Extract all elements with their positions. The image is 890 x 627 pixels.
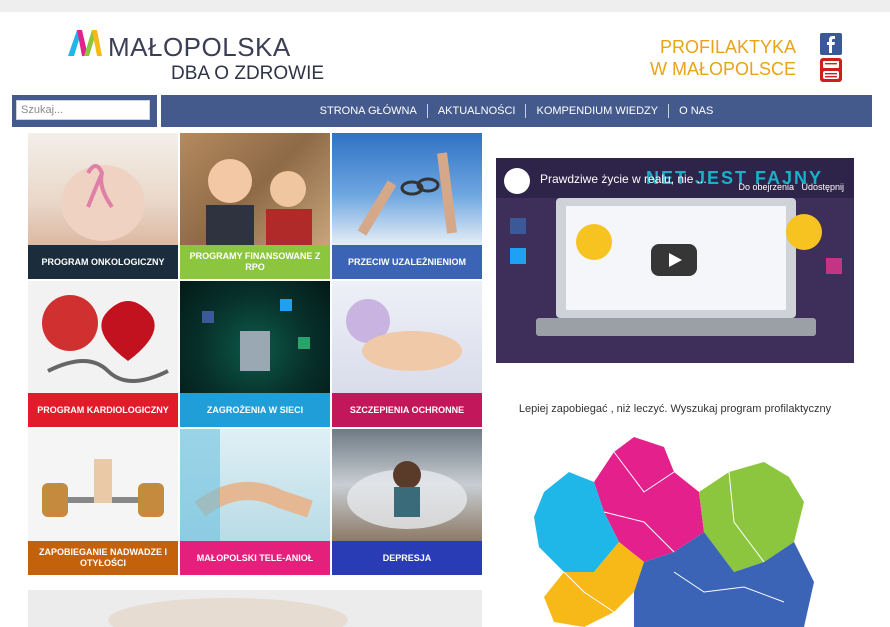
heart-apple-icon (42, 295, 169, 383)
tile-vaccinations[interactable]: SZCZEPIENIA OCHRONNE (332, 281, 482, 427)
tile-obesity[interactable]: ZAPOBIEGANIE NADWADZE I OTYŁOŚCI (28, 429, 178, 575)
tile-image-rpo (180, 133, 330, 245)
tile-oncology[interactable]: PROGRAM ONKOLOGICZNY (28, 133, 178, 279)
nav-knowledge[interactable]: KOMPENDIUM WIEDZY (526, 104, 668, 118)
children-photo-icon (206, 159, 312, 245)
nav-about[interactable]: O NAS (669, 104, 723, 118)
tile-image-obesity (28, 429, 178, 541)
tile-image-depression (332, 429, 482, 541)
tile-image-cardiology (28, 281, 178, 393)
main-nav: STRONA GŁÓWNA AKTUALNOŚCI KOMPENDIUM WIE… (161, 95, 872, 127)
next-row-preview (28, 590, 482, 627)
tile-label: ZAGROŻENIA W SIECI (180, 393, 330, 427)
channel-avatar[interactable] (504, 168, 530, 194)
preview-image-icon (28, 590, 482, 627)
video-title[interactable]: Prawdziwe życie w realu, nie ... (540, 172, 707, 186)
tile-label: PROGRAM ONKOLOGICZNY (28, 245, 178, 279)
tile-label: DEPRESJA (332, 541, 482, 575)
logo-tagline: DBA O ZDROWIE (171, 63, 325, 84)
play-button[interactable] (651, 244, 697, 276)
logo-name: MAŁOPOLSKA (108, 32, 291, 62)
site-logo[interactable]: MAŁOPOLSKA DBA O ZDROWIE (68, 26, 324, 88)
youtube-icon[interactable] (820, 58, 842, 82)
donut-dumbbell-icon (42, 459, 164, 517)
sad-woman-icon (347, 461, 467, 529)
holding-hands-icon (180, 429, 313, 541)
search-bar (12, 95, 157, 127)
broken-chain-icon (357, 152, 457, 236)
tile-addiction[interactable]: PRZECIW UZALEŻNIENIOM (332, 133, 482, 279)
sleeping-baby-icon (346, 299, 462, 371)
tile-image-tele-angel (180, 429, 330, 541)
tile-image-addiction (332, 133, 482, 245)
subtitle-line-2: W MAŁOPOLSCE (649, 59, 796, 79)
search-input[interactable] (16, 100, 150, 120)
tile-label: MAŁOPOLSKI TELE-ANIOŁ (180, 541, 330, 575)
tile-tele-angel[interactable]: MAŁOPOLSKI TELE-ANIOŁ (180, 429, 330, 575)
tile-cardiology[interactable]: PROGRAM KARDIOLOGICZNY (28, 281, 178, 427)
tile-label: PROGRAM KARDIOLOGICZNY (28, 393, 178, 427)
site-subtitle: PROFILAKTYKA W MAŁOPOLSCE (624, 36, 796, 80)
youtube-glyph (823, 61, 839, 79)
tile-rpo[interactable]: PROGRAMY FINANSOWANE Z RPO (180, 133, 330, 279)
tile-label: PROGRAMY FINANSOWANE Z RPO (180, 245, 330, 279)
facebook-icon[interactable] (820, 33, 842, 55)
facebook-glyph (827, 36, 835, 53)
subtitle-line-1: PROFILAKTYKA (659, 37, 796, 57)
tile-label: PRZECIW UZALEŻNIENIOM (332, 245, 482, 279)
social-icons-cloud (202, 299, 310, 371)
find-program-text: Lepiej zapobiegać , niż leczyć. Wyszukaj… (518, 403, 832, 415)
nav-home[interactable]: STRONA GŁÓWNA (310, 104, 427, 118)
share-button[interactable]: Udostępnij (801, 182, 844, 192)
watch-later-button[interactable]: Do obejrzenia (738, 182, 794, 192)
tile-depression[interactable]: DEPRESJA (332, 429, 482, 575)
region-map[interactable] (524, 432, 824, 627)
tile-label: ZAPOBIEGANIE NADWADZE I OTYŁOŚCI (28, 541, 178, 575)
nav-news[interactable]: AKTUALNOŚCI (428, 104, 526, 118)
pink-ribbon-icon (61, 164, 145, 241)
video-player[interactable]: NET JEST FAJNY Prawdziwe życie w realu, … (496, 158, 854, 363)
tile-image-internet-threats (180, 281, 330, 393)
malopolska-logo-icon (68, 30, 102, 56)
tile-image-oncology (28, 133, 178, 245)
tile-label: SZCZEPIENIA OCHRONNE (332, 393, 482, 427)
tile-internet-threats[interactable]: ZAGROŻENIA W SIECI (180, 281, 330, 427)
tile-image-vaccinations (332, 281, 482, 393)
top-strip (0, 0, 890, 12)
